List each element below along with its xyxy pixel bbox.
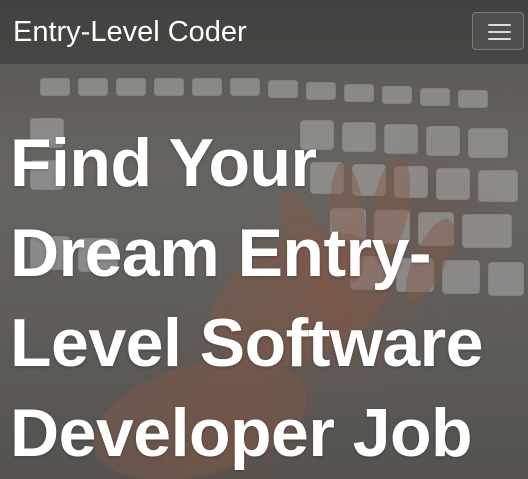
navbar-toggle-button[interactable] — [472, 12, 524, 50]
hero-headline: Find Your Dream Entry- Level Software De… — [10, 118, 522, 478]
navbar: Entry-Level Coder — [0, 0, 528, 64]
brand-link[interactable]: Entry-Level Coder — [13, 14, 247, 50]
hero-headline-line: Find Your — [10, 125, 317, 201]
page: Entry-Level Coder Find Your Dream Entry-… — [0, 0, 528, 479]
hero-headline-line: Developer Job — [10, 395, 473, 471]
hero-headline-line: Dream Entry- — [10, 215, 432, 291]
hero-headline-line: Level Software — [10, 305, 483, 381]
